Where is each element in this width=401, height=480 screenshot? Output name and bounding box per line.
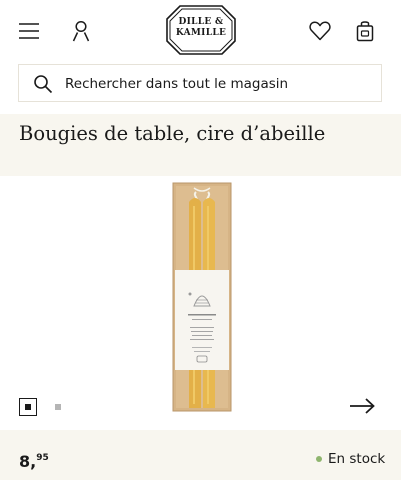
stock-status: En stock [316,451,385,467]
logo[interactable]: DILLE & KAMILLE [166,5,236,55]
product-gallery [0,176,401,430]
stock-dot-icon [316,456,322,462]
arrow-right-icon[interactable] [348,397,376,415]
price: 8,95 [19,452,49,471]
site-header: DILLE & KAMILLE [0,0,401,62]
cart-button[interactable] [350,16,380,46]
menu-button[interactable] [14,16,44,46]
wishlist-button[interactable] [305,16,335,46]
menu-icon [19,23,39,39]
price-band: 8,95 En stock [0,430,401,480]
logo-line-2: KAMILLE [175,28,227,38]
shopping-bag-icon [356,21,374,42]
price-cents: 95 [36,453,49,463]
heart-icon [309,21,331,41]
search-input[interactable] [65,73,365,95]
page-title: Bougies de table, cire d’abeille [19,122,326,145]
stock-text: En stock [328,451,386,467]
logo-text: DILLE & KAMILLE [166,17,236,39]
account-icon [72,20,90,42]
price-main: 8, [19,452,37,471]
logo-line-1: DILLE & [178,17,224,27]
gallery-dot[interactable] [55,404,61,410]
account-button[interactable] [66,16,96,46]
gallery-dot-active[interactable] [19,398,37,416]
title-band: Bougies de table, cire d’abeille [0,114,401,176]
search-icon[interactable] [33,74,53,94]
product-image[interactable] [172,182,232,412]
search-bar [18,64,382,102]
